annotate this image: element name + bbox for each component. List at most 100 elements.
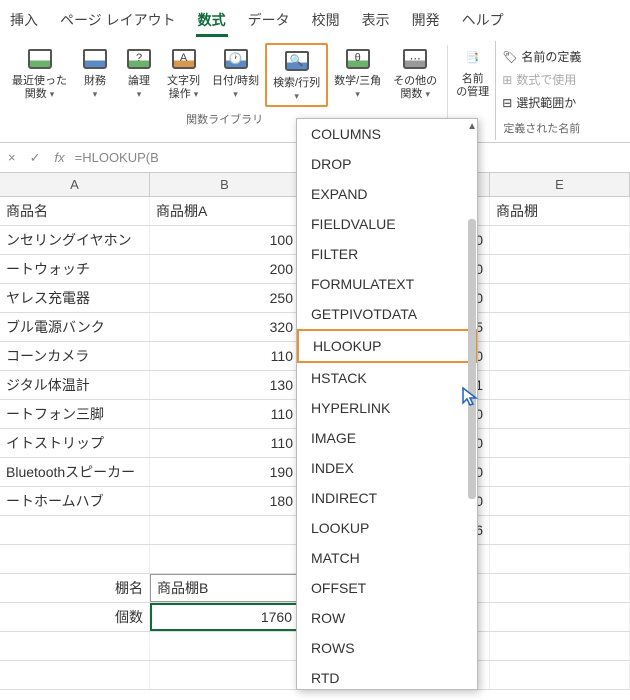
- dropdown-item-getpivotdata[interactable]: GETPIVOTDATA: [297, 299, 477, 329]
- book-icon: 🕐: [222, 45, 250, 73]
- cell[interactable]: [490, 255, 630, 283]
- cell[interactable]: [490, 371, 630, 399]
- column-header[interactable]: E: [490, 173, 630, 196]
- financial-button[interactable]: 財務▾: [73, 43, 117, 107]
- tab-page-layout[interactable]: ページ レイアウト: [58, 6, 178, 37]
- cell[interactable]: ジタル体温計: [0, 371, 150, 399]
- cell[interactable]: 200: [150, 255, 300, 283]
- tab-developer[interactable]: 開発: [410, 6, 442, 37]
- cell[interactable]: 130: [150, 371, 300, 399]
- cell[interactable]: 商品棚: [490, 197, 630, 225]
- cell[interactable]: [0, 545, 150, 573]
- column-header[interactable]: A: [0, 173, 150, 196]
- dropdown-item-columns[interactable]: COLUMNS: [297, 119, 477, 149]
- dropdown-item-hyperlink[interactable]: HYPERLINK: [297, 393, 477, 423]
- cell[interactable]: [490, 545, 630, 573]
- cell[interactable]: 320: [150, 313, 300, 341]
- cell[interactable]: 110: [150, 400, 300, 428]
- cell[interactable]: [0, 516, 150, 544]
- cell[interactable]: [490, 487, 630, 515]
- cell[interactable]: 250: [150, 284, 300, 312]
- create-from-selection-button[interactable]: ⊟選択範囲か: [502, 91, 581, 114]
- use-in-formula-button[interactable]: ⊞数式で使用: [502, 68, 581, 91]
- cell[interactable]: ヤレス充電器: [0, 284, 150, 312]
- cell[interactable]: ートフォン三脚: [0, 400, 150, 428]
- scrollbar[interactable]: [468, 219, 476, 499]
- cell[interactable]: [490, 342, 630, 370]
- cell[interactable]: ブル電源バンク: [0, 313, 150, 341]
- tag-icon: 🏷: [502, 50, 517, 64]
- dropdown-item-hstack[interactable]: HSTACK: [297, 363, 477, 393]
- cell[interactable]: 商品棚B: [150, 574, 300, 602]
- confirm-formula-button[interactable]: ✓: [26, 150, 45, 166]
- tab-data[interactable]: データ: [246, 6, 292, 37]
- cell[interactable]: 180: [150, 487, 300, 515]
- dropdown-item-offset[interactable]: OFFSET: [297, 573, 477, 603]
- book-icon: θ: [344, 45, 372, 73]
- chevron-down-icon: ▾: [233, 89, 238, 99]
- cell[interactable]: 100: [150, 226, 300, 254]
- define-name-button[interactable]: 🏷名前の定義: [502, 45, 581, 68]
- cell[interactable]: [490, 574, 630, 602]
- active-cell[interactable]: 1760: [150, 603, 300, 631]
- chevron-down-icon: ▾: [93, 89, 98, 99]
- math-trig-button[interactable]: θ 数学/三角▾: [328, 43, 387, 107]
- cell[interactable]: 110: [150, 429, 300, 457]
- tag-icon: 📑: [459, 43, 487, 71]
- dropdown-item-expand[interactable]: EXPAND: [297, 179, 477, 209]
- dropdown-item-formulatext[interactable]: FORMULATEXT: [297, 269, 477, 299]
- insert-function-button[interactable]: fx: [51, 150, 69, 165]
- chevron-down-icon: ▾: [294, 91, 299, 101]
- text-button[interactable]: A 文字列操作 ▾: [161, 43, 206, 107]
- cell[interactable]: [150, 516, 300, 544]
- dropdown-item-hlookup[interactable]: HLOOKUP: [297, 329, 477, 363]
- cell[interactable]: 110: [150, 342, 300, 370]
- dropdown-item-lookup[interactable]: LOOKUP: [297, 513, 477, 543]
- dropdown-item-indirect[interactable]: INDIRECT: [297, 483, 477, 513]
- cell[interactable]: Bluetoothスピーカー: [0, 458, 150, 486]
- column-header[interactable]: B: [150, 173, 300, 196]
- dropdown-item-row[interactable]: ROW: [297, 603, 477, 633]
- logical-button[interactable]: ? 論理▾: [117, 43, 161, 107]
- cancel-formula-button[interactable]: ×: [4, 150, 20, 165]
- cell[interactable]: 190: [150, 458, 300, 486]
- cell[interactable]: [490, 226, 630, 254]
- tab-review[interactable]: 校閲: [310, 6, 342, 37]
- cell[interactable]: [490, 603, 630, 631]
- cell[interactable]: [490, 284, 630, 312]
- cell[interactable]: [490, 400, 630, 428]
- cell[interactable]: ンセリングイヤホン: [0, 226, 150, 254]
- dropdown-item-rtd[interactable]: RTD: [297, 663, 477, 689]
- dropdown-item-fieldvalue[interactable]: FIELDVALUE: [297, 209, 477, 239]
- cell[interactable]: イトストリップ: [0, 429, 150, 457]
- dropdown-item-image[interactable]: IMAGE: [297, 423, 477, 453]
- scroll-up-icon[interactable]: ▲: [467, 121, 477, 132]
- recent-functions-button[interactable]: 最近使った関数 ▾: [6, 43, 73, 107]
- cell[interactable]: ートホームハブ: [0, 487, 150, 515]
- more-functions-button[interactable]: ⋯ その他の関数 ▾: [387, 43, 443, 107]
- dropdown-item-rows[interactable]: ROWS: [297, 633, 477, 663]
- dropdown-item-match[interactable]: MATCH: [297, 543, 477, 573]
- datetime-button[interactable]: 🕐 日付/時刻▾: [206, 43, 265, 107]
- cell[interactable]: [490, 429, 630, 457]
- cell[interactable]: 商品棚A: [150, 197, 300, 225]
- cell[interactable]: 商品名: [0, 197, 150, 225]
- dropdown-item-filter[interactable]: FILTER: [297, 239, 477, 269]
- tab-view[interactable]: 表示: [360, 6, 392, 37]
- tab-insert[interactable]: 挿入: [8, 6, 40, 37]
- cell[interactable]: [490, 313, 630, 341]
- lookup-reference-button[interactable]: 🔍 検索/行列▾: [265, 43, 328, 107]
- tab-help[interactable]: ヘルプ: [460, 6, 506, 37]
- chevron-down-icon: ▾: [50, 89, 55, 99]
- dropdown-item-index[interactable]: INDEX: [297, 453, 477, 483]
- cell[interactable]: [150, 545, 300, 573]
- cell[interactable]: 棚名: [0, 574, 150, 602]
- cell[interactable]: [490, 516, 630, 544]
- ribbon-group-label: 定義された名前: [502, 114, 581, 136]
- cell[interactable]: ートウォッチ: [0, 255, 150, 283]
- dropdown-item-drop[interactable]: DROP: [297, 149, 477, 179]
- cell[interactable]: 個数: [0, 603, 150, 631]
- cell[interactable]: コーンカメラ: [0, 342, 150, 370]
- tab-formulas[interactable]: 数式: [196, 6, 228, 37]
- cell[interactable]: [490, 458, 630, 486]
